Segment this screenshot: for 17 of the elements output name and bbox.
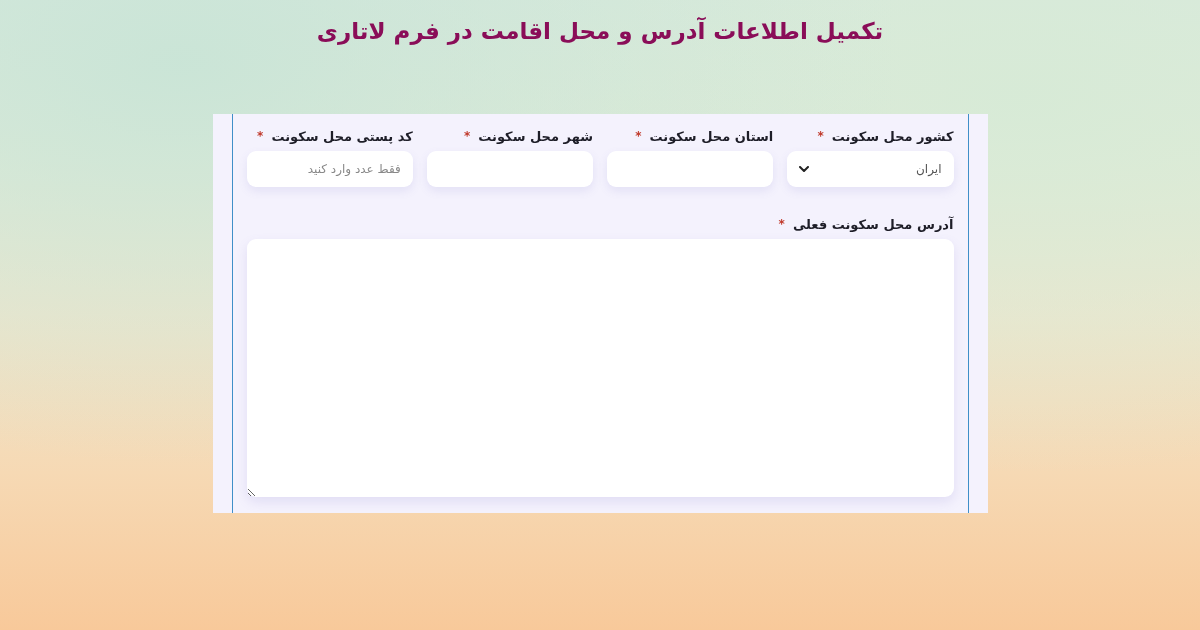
required-mark: * bbox=[257, 129, 264, 143]
province-label: استان محل سکونت bbox=[649, 128, 774, 144]
required-mark: * bbox=[635, 129, 642, 143]
postal-code-label: کد پستی محل سکونت bbox=[271, 128, 413, 144]
address-label: آدرس محل سکونت فعلی bbox=[792, 216, 954, 232]
required-mark: * bbox=[817, 129, 824, 143]
address-field[interactable] bbox=[246, 239, 954, 497]
chevron-down-icon bbox=[799, 166, 810, 172]
required-mark: * bbox=[464, 129, 471, 143]
country-label: کشور محل سکونت bbox=[831, 128, 954, 144]
city-label: شهر محل سکونت bbox=[478, 128, 593, 144]
country-select[interactable]: ایران bbox=[787, 151, 954, 187]
page-title: تکمیل اطلاعات آدرس و محل اقامت در فرم لاتاری bbox=[316, 16, 884, 47]
postal-code-field[interactable]: فقط عدد وارد کنید bbox=[246, 151, 413, 187]
required-mark: * bbox=[778, 217, 785, 231]
city-field[interactable] bbox=[426, 151, 593, 187]
province-field[interactable] bbox=[607, 151, 774, 187]
